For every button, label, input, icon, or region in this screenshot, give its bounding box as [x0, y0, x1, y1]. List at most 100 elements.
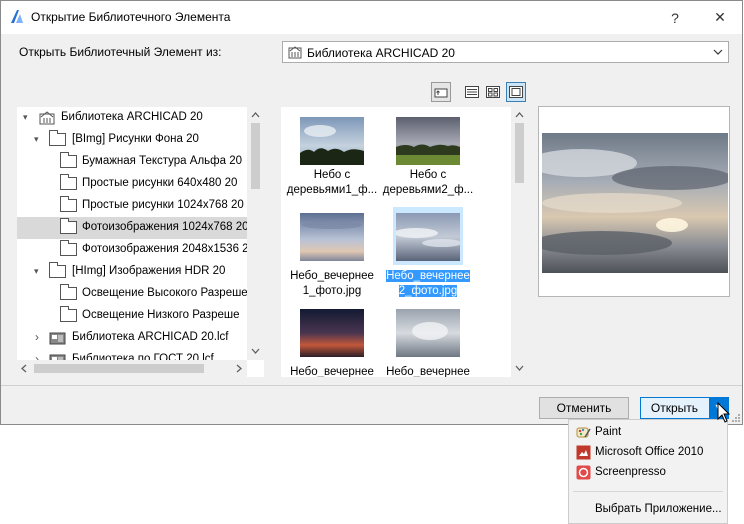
open-library-part-dialog: Открытие Библиотечного Элемента ? ✕ Откр… — [0, 0, 743, 425]
file-item-selected[interactable]: Небо_вечернее 2_фото.jpg — [380, 207, 476, 303]
file-item[interactable]: Небо с деревьями2_ф... — [380, 111, 476, 207]
expand-arrow-icon[interactable]: ▾ — [34, 134, 39, 145]
resize-grip-icon[interactable] — [730, 412, 742, 424]
tree-item-low-res-lighting[interactable]: Освещение Низкого Разреше — [17, 305, 247, 327]
tree-item-label: Простые рисунки 1024x768 20 — [82, 199, 244, 211]
scroll-up-icon[interactable] — [515, 112, 524, 118]
file-caption: Небо с деревьями2_ф... — [382, 169, 474, 196]
window-title: Открытие Библиотечного Элемента — [31, 10, 231, 24]
up-folder-icon — [434, 88, 448, 98]
file-caption: Небо_вечернее 1_фото.jpg — [290, 270, 374, 297]
chevron-down-icon — [713, 49, 723, 55]
thumbnail-evening-sky-1 — [300, 213, 364, 261]
title-bar: Открытие Библиотечного Элемента ? ✕ — [1, 1, 742, 34]
tree-item-label: Фотоизображения 2048x1536 2 — [82, 243, 247, 255]
menu-item-choose-app[interactable]: Выбрать Приложение... — [573, 500, 723, 520]
tree-item-label: [BImg] Рисунки Фона 20 — [72, 133, 199, 145]
open-with-menu: Paint Microsoft Office 2010 Screenpresso… — [568, 419, 728, 524]
menu-item-paint[interactable]: Paint — [573, 423, 723, 443]
thumbnail-evening-sky-2 — [396, 213, 460, 261]
menu-separator — [573, 491, 723, 492]
folder-icon — [60, 218, 77, 234]
paint-icon — [576, 427, 591, 438]
folder-icon — [60, 284, 77, 300]
tree-item-photos-1024[interactable]: Фотоизображения 1024x768 20 — [17, 217, 247, 239]
tree-item-archicad-lcf[interactable]: › Библиотека ARCHICAD 20.lcf — [17, 327, 247, 349]
file-item[interactable]: Небо с деревьями1_ф... — [284, 111, 380, 207]
help-button[interactable]: ? — [653, 1, 697, 34]
menu-item-label: Screenpresso — [595, 466, 666, 478]
tree-vertical-scrollbar[interactable] — [247, 107, 264, 360]
up-folder-button[interactable] — [431, 82, 451, 102]
archicad-logo-icon — [11, 10, 23, 23]
menu-item-label: Paint — [595, 426, 622, 438]
close-button[interactable]: ✕ — [698, 1, 742, 34]
expand-arrow-icon[interactable]: ▾ — [34, 266, 39, 277]
file-caption: Небо_вечернее — [386, 366, 470, 377]
file-item[interactable]: Небо_вечернее — [284, 303, 380, 377]
library-icon — [39, 111, 55, 125]
scroll-thumb[interactable] — [515, 123, 524, 183]
scroll-left-icon[interactable] — [21, 364, 27, 373]
tree-item-simple-1024[interactable]: Простые рисунки 1024x768 20 — [17, 195, 247, 217]
large-icons-view-icon — [509, 86, 523, 98]
divider — [1, 385, 742, 386]
library-icon — [288, 46, 302, 59]
scroll-up-icon[interactable] — [251, 112, 260, 118]
small-icons-view-button[interactable] — [483, 82, 503, 102]
thumbnail-evening-sky-4 — [396, 309, 460, 357]
tree-item-label: Освещение Высокого Разреше — [82, 287, 247, 299]
thumbnail-evening-sky-3 — [300, 309, 364, 357]
tree-item-label: Бумажная Текстура Альфа 20 — [82, 155, 242, 167]
library-source-dropdown[interactable]: Библиотека ARCHICAD 20 — [282, 41, 729, 63]
tree-item-background-images[interactable]: ▾ [BImg] Рисунки Фона 20 — [17, 129, 247, 151]
tree-item-hdr-images[interactable]: ▾ [HImg] Изображения HDR 20 — [17, 261, 247, 283]
tree-item-high-res-lighting[interactable]: Освещение Высокого Разреше — [17, 283, 247, 305]
file-item[interactable]: Небо_вечернее — [380, 303, 476, 377]
folder-icon — [60, 306, 77, 322]
tree-item-label: Простые рисунки 640x480 20 — [82, 177, 238, 189]
screenpresso-icon — [576, 465, 591, 480]
scroll-right-icon[interactable] — [236, 364, 242, 373]
preview-panel — [538, 106, 730, 297]
scroll-thumb[interactable] — [34, 364, 204, 373]
tree-item-label: Фотоизображения 1024x768 20 — [82, 221, 247, 233]
expand-arrow-icon[interactable]: ▾ — [23, 112, 28, 123]
list-view-icon — [465, 86, 479, 98]
source-label: Открыть Библиотечный Элемент из: — [19, 45, 222, 59]
mouse-cursor-icon — [717, 402, 731, 423]
thumbnail-sky-trees-2 — [396, 117, 460, 165]
tree-item-archicad-library[interactable]: ▾ Библиотека ARCHICAD 20 — [17, 107, 247, 129]
folder-icon — [60, 240, 77, 256]
menu-item-screenpresso[interactable]: Screenpresso — [573, 463, 723, 483]
preview-image — [542, 133, 728, 273]
tree-item-simple-640[interactable]: Простые рисунки 640x480 20 — [17, 173, 247, 195]
file-caption: Небо_вечернее — [290, 366, 374, 377]
tree-item-photos-2048[interactable]: Фотоизображения 2048x1536 2 — [17, 239, 247, 261]
folder-icon — [60, 196, 77, 212]
list-view-button[interactable] — [462, 82, 482, 102]
folder-icon — [49, 130, 66, 146]
large-icons-view-button[interactable] — [506, 82, 526, 102]
tree-item-label: Библиотека ARCHICAD 20 — [61, 111, 203, 123]
scroll-thumb[interactable] — [251, 123, 260, 189]
tree-item-label: Библиотека ARCHICAD 20.lcf — [72, 331, 229, 343]
scroll-down-icon[interactable] — [515, 365, 524, 371]
expand-arrow-icon[interactable]: › — [35, 330, 39, 344]
small-icons-view-icon — [486, 86, 500, 98]
office-picture-manager-icon — [576, 445, 591, 460]
file-item[interactable]: Небо_вечернее 1_фото.jpg — [284, 207, 380, 303]
container-file-icon — [49, 332, 66, 345]
thumbnail-sky-trees-1 — [300, 117, 364, 165]
files-vertical-scrollbar[interactable] — [511, 107, 528, 377]
menu-item-ms-office[interactable]: Microsoft Office 2010 — [573, 443, 723, 463]
tree-item-label: [HImg] Изображения HDR 20 — [72, 265, 226, 277]
folder-icon — [60, 152, 77, 168]
scroll-down-icon[interactable] — [251, 348, 260, 354]
tree-item-paper-texture[interactable]: Бумажная Текстура Альфа 20 — [17, 151, 247, 173]
tree-horizontal-scrollbar[interactable] — [17, 360, 247, 377]
file-caption: Небо_вечернее 2_фото.jpg — [386, 270, 470, 297]
menu-item-label: Microsoft Office 2010 — [595, 446, 704, 458]
cancel-button[interactable]: Отменить — [539, 397, 629, 419]
menu-item-label: Выбрать Приложение... — [595, 503, 722, 515]
